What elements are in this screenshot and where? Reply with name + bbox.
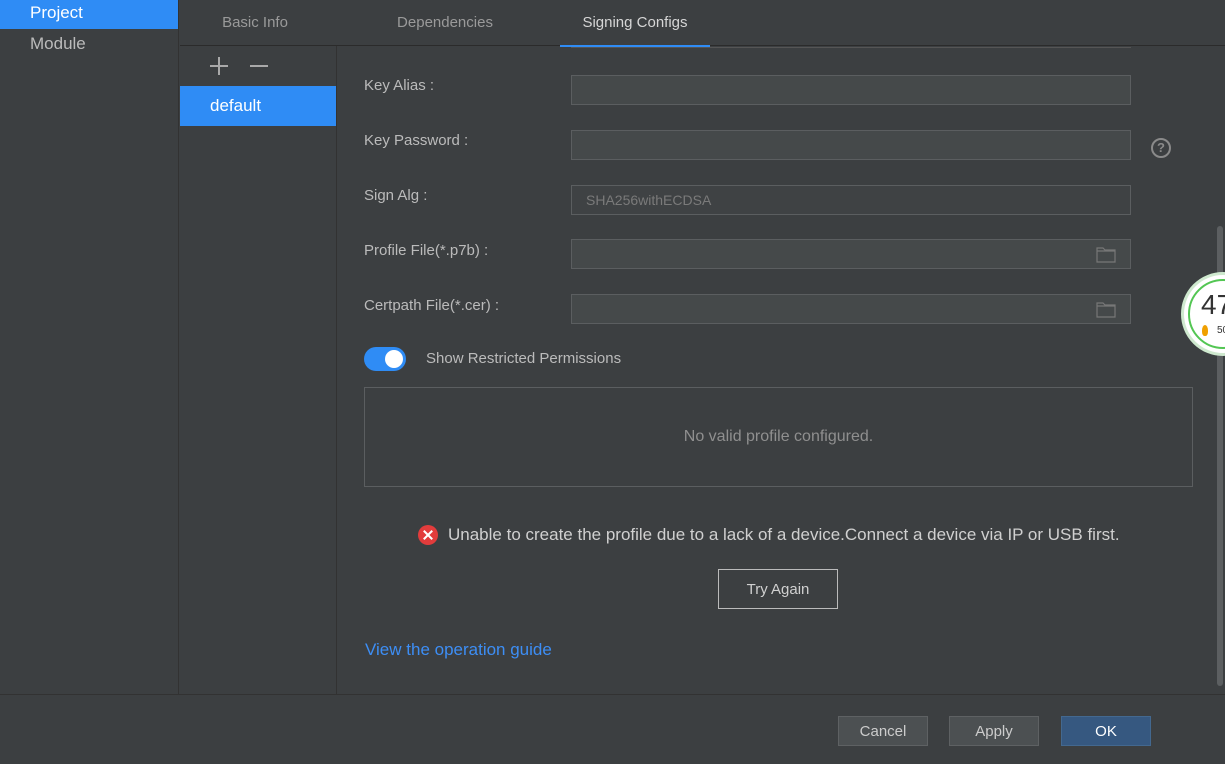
key-alias-label: Key Alias : — [364, 77, 435, 94]
key-password-label: Key Password : — [364, 132, 469, 149]
cancel-button[interactable]: Cancel — [838, 716, 928, 746]
sign-alg-field: SHA256withECDSA — [571, 185, 1131, 215]
tab-dependencies[interactable]: Dependencies — [370, 0, 520, 46]
tab-bar: Basic Info Dependencies Signing Configs — [180, 0, 1225, 47]
sidebar: Project Module — [0, 0, 179, 694]
sidebar-item-module[interactable]: Module — [0, 29, 178, 59]
tab-label: Signing Configs — [582, 14, 688, 31]
vertical-scrollbar[interactable] — [1216, 46, 1225, 694]
widget-number: 47 — [1201, 289, 1225, 320]
clipped-field-edge — [571, 46, 1131, 48]
error-message-row: Unable to create the profile due to a la… — [418, 525, 1120, 545]
tab-label: Dependencies — [397, 14, 493, 31]
folder-icon[interactable] — [1096, 301, 1116, 318]
folder-icon[interactable] — [1096, 246, 1116, 263]
error-message: Unable to create the profile due to a la… — [448, 525, 1120, 544]
profile-file-field[interactable] — [571, 239, 1131, 269]
sidebar-item-project[interactable]: Project — [0, 0, 178, 29]
minus-icon[interactable] — [248, 55, 270, 77]
tab-basic-info[interactable]: Basic Info — [180, 0, 330, 46]
restricted-permissions-toggle[interactable] — [364, 347, 406, 371]
sign-alg-label: Sign Alg : — [364, 187, 428, 204]
dialog-footer: Cancel Apply OK — [0, 694, 1225, 764]
plus-icon[interactable] — [208, 55, 230, 77]
apply-button[interactable]: Apply — [949, 716, 1039, 746]
operation-guide-link[interactable]: View the operation guide — [365, 640, 552, 660]
signing-config-list: default — [180, 46, 337, 694]
profile-permissions-box: No valid profile configured. — [364, 387, 1193, 487]
tab-signing-configs[interactable]: Signing Configs — [560, 0, 710, 47]
ok-button[interactable]: OK — [1061, 716, 1151, 746]
profile-file-label: Profile File(*.p7b) : — [364, 242, 489, 259]
flame-icon — [1202, 325, 1208, 336]
signing-config-form: Key Alias : Key Password : ? Sign Alg : … — [338, 47, 1215, 694]
key-password-field[interactable] — [571, 130, 1131, 160]
error-icon — [418, 525, 438, 545]
certpath-file-label: Certpath File(*.cer) : — [364, 297, 500, 314]
tab-label: Basic Info — [222, 14, 288, 31]
certpath-file-field[interactable] — [571, 294, 1131, 324]
help-icon[interactable]: ? — [1151, 138, 1171, 158]
key-alias-field[interactable] — [571, 75, 1131, 105]
empty-profile-message: No valid profile configured. — [683, 428, 874, 445]
try-again-button[interactable]: Try Again — [718, 569, 838, 609]
restricted-permissions-label: Show Restricted Permissions — [426, 350, 622, 367]
config-item-default[interactable]: default — [180, 86, 336, 126]
toggle-knob — [385, 350, 403, 368]
config-list-toolbar — [180, 46, 336, 86]
widget-subvalue: 50 — [1217, 325, 1225, 336]
